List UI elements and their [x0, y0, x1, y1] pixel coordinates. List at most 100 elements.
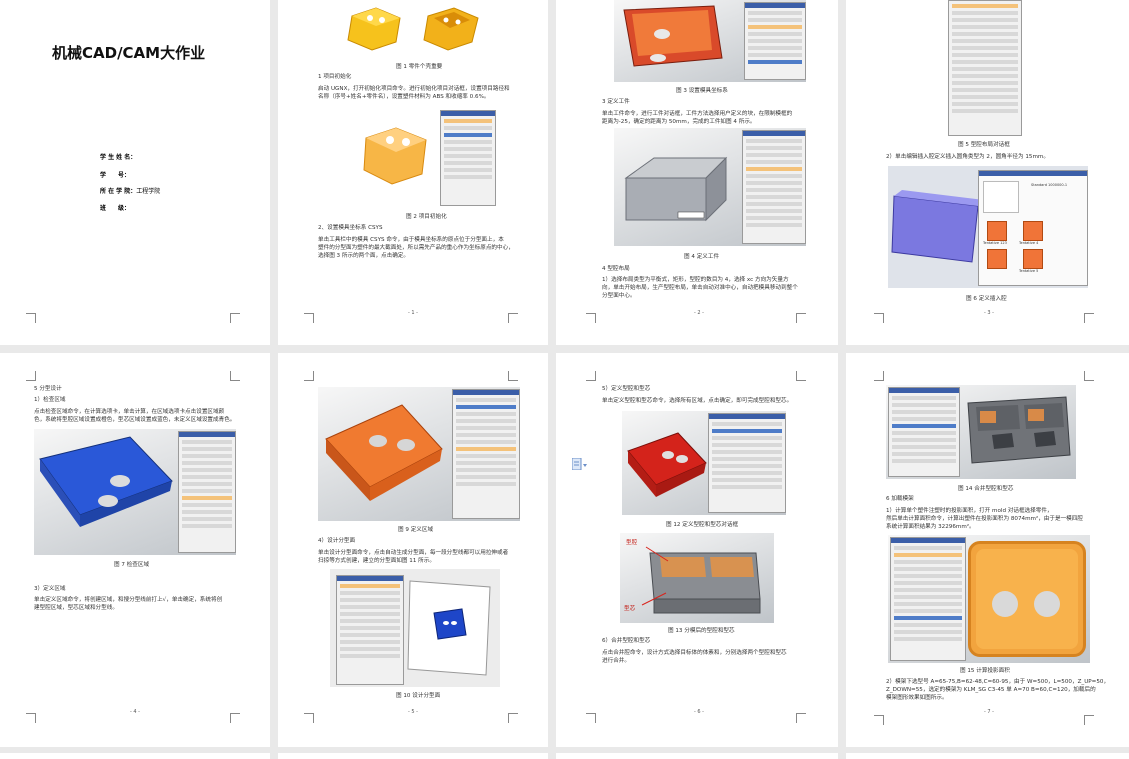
document-page-5[interactable]: 5 分型设计 1）检查区域 点击检查区域命令，在计算选项卡，单击计算，在区域选项… [0, 353, 270, 747]
crop-mark [26, 713, 36, 723]
crop-mark [796, 713, 806, 723]
page-number: - 3 - [984, 310, 994, 316]
paragraph: 向，单击开始布局，生产型腔布局，单击自动对准中心，自动把模具移动到整个 [602, 285, 798, 291]
crop-mark [874, 313, 884, 323]
document-page-2[interactable]: 图 1 零件个壳重要 1 项目初始化 启动 UGNX，打开初始化项目命令。进行初… [278, 0, 548, 345]
page-number: - 2 - [694, 310, 704, 316]
document-page-1[interactable]: 机械CAD/CAM大作业 学 生 姓 名： 学 号： 所 在 学 院：工程学院 … [0, 0, 270, 345]
paragraph: 1）计算单个塑件注塑时的投影面积，打开 mold 对话框选择零件， [886, 508, 1053, 514]
document-side-icon[interactable] [571, 455, 587, 471]
paragraph: 单击设计分型面命令，点击自动生成分型面，每一段分型线都可以用拉伸或者 [318, 550, 509, 556]
crop-mark [26, 313, 36, 323]
section-heading: 2、设置模具坐标系 CSYS [318, 225, 383, 231]
label-core: 型芯 [624, 606, 636, 612]
page-number: - 1 - [408, 310, 418, 316]
section-heading: 4）设计分型面 [318, 538, 356, 544]
dialog-window [708, 413, 786, 513]
paragraph: 启动 UGNX，打开初始化项目命令。进行初始化项目对话框，设置项目路径和 [318, 86, 510, 92]
figure-caption: 图 9 定义区域 [398, 527, 434, 533]
crop-mark [1084, 371, 1094, 381]
crop-mark [304, 713, 314, 723]
paragraph: Z_DOWN=55，选定的模架为 KLM_SG C3-45 单 A=70 B=6… [886, 687, 1096, 693]
field-class: 班 级： [100, 205, 131, 212]
insert-pocket-figure: Standard 1000000-1 Tentative 123 Tentati… [888, 166, 1088, 288]
document-page-12[interactable] [846, 753, 1129, 759]
page-number: - 7 - [984, 709, 994, 715]
crop-mark [1084, 715, 1094, 725]
figure-caption: 图 1 零件个壳重要 [396, 64, 443, 70]
project-init-figure [356, 108, 496, 206]
dialog-window [336, 575, 404, 685]
paragraph: 点击检查区域命令，在计算选项卡，单击计算，在区域选项卡点击设置区域颜 [34, 409, 225, 415]
figure-caption: 图 2 项目初始化 [406, 214, 447, 220]
section-heading: 4 型腔布局 [602, 266, 630, 272]
crop-mark [796, 371, 806, 381]
crop-mark [1084, 313, 1094, 323]
paragraph: 建型腔区域，型芯区域和分型线。 [34, 605, 118, 611]
figure-caption: 图 15 计算投影面积 [960, 668, 1010, 674]
projected-area-figure [888, 535, 1090, 663]
crop-mark [230, 371, 240, 381]
paragraph: 进行合并。 [602, 658, 630, 664]
figure-caption: 图 3 设置模具坐标系 [676, 88, 728, 94]
core-cavity-dialog-figure [622, 411, 786, 515]
section-heading: 3）定义区域 [34, 586, 66, 592]
paragraph: 点击合并腔命令，设计方式选择目标体的体素和，分别选择两个型腔和型芯 [602, 650, 787, 656]
section-heading: 1）检查区域 [34, 397, 66, 403]
crop-mark [304, 371, 314, 381]
field-id: 学 号： [100, 172, 131, 179]
crop-mark [586, 371, 596, 381]
paragraph: 选择图 3 所示的两个面，点击确定。 [318, 253, 410, 259]
page-title: 机械CAD/CAM大作业 [52, 44, 206, 62]
document-page-4[interactable]: 图 5 型腔布局对话框 2）单击编辑插入腔定义插入圆角类型为 2，圆角半径为 1… [846, 0, 1129, 345]
paragraph: 单击定义区域命令，将创建区域，和搜分型线前打上√，单击确定，系统将创 [34, 597, 223, 603]
crop-mark [26, 371, 36, 381]
paragraph: 2）模架下选型号 A=65-75,B=62-48,C=60-95，由于 W=50… [886, 679, 1110, 685]
section-heading: 3 定义工件 [602, 99, 630, 105]
section-heading: 6）合并型腔和型芯 [602, 638, 651, 644]
split-mold-figure: 型腔 型芯 [620, 533, 774, 623]
paragraph: 单击定义型腔和型芯命令，选择所有区域，点击确定，即可完成型腔和型芯。 [602, 398, 793, 404]
dialog-window: Standard 1000000-1 Tentative 123 Tentati… [978, 170, 1088, 286]
paragraph: 单击工具栏中的模具 CSYS 命令，由于模具坐标系的原点位于分型面上，本 [318, 237, 504, 243]
crop-mark [586, 313, 596, 323]
document-page-8[interactable]: 图 14 合并型腔和型芯 6 加载模架 1）计算单个塑件注塑时的投影面积，打开 … [846, 353, 1129, 747]
parting-surface-figure [330, 569, 500, 687]
paragraph: 系统计算面积结果为 32296mm²。 [886, 524, 975, 530]
dialog-window [888, 387, 960, 477]
crop-mark [304, 313, 314, 323]
dialog-window [742, 130, 806, 244]
figure-caption: 图 14 合并型腔和型芯 [958, 486, 1014, 492]
document-page-9[interactable] [0, 753, 270, 759]
dialog-window [890, 537, 966, 661]
crop-mark [874, 715, 884, 725]
layout-dialog-figure [948, 0, 1022, 136]
section-heading: 1 项目初始化 [318, 74, 352, 80]
dialog-window [744, 2, 806, 80]
field-school: 所 在 学 院：工程学院 [100, 188, 161, 195]
crop-mark [508, 371, 518, 381]
document-page-11[interactable] [556, 753, 838, 759]
dialog-window [452, 389, 520, 519]
paragraph: 然后单击计算面积命令，计算出塑件在投影面积为 8074mm²，由于是一模四腔 [886, 516, 1083, 522]
figure-caption: 图 5 型腔布局对话框 [958, 142, 1010, 148]
document-page-7[interactable]: 5）定义型腔和型芯 单击定义型腔和型芯命令，选择所有区域，点击确定，即可完成型腔… [556, 353, 838, 747]
page-number: - 4 - [130, 709, 140, 715]
paragraph: 名称（序号+姓名+零件名），设置塑件材料为 ABS 和收缩率 0.6%。 [318, 94, 490, 100]
document-page-6[interactable]: 图 9 定义区域 4）设计分型面 单击设计分型面命令，点击自动生成分型面，每一段… [278, 353, 548, 747]
section-heading: 5）定义型腔和型芯 [602, 386, 651, 392]
figure-caption: 图 7 检查区域 [114, 562, 150, 568]
crop-mark [586, 713, 596, 723]
paragraph: 扫掠等方式创建，建立的分型面如图 11 所示。 [318, 558, 435, 564]
dialog-window [178, 431, 236, 553]
document-page-10[interactable] [278, 753, 548, 759]
figure-caption: 图 10 设计分型面 [396, 693, 441, 699]
page-number: - 6 - [694, 709, 704, 715]
figure-caption: 图 6 定义插入腔 [966, 296, 1007, 302]
merge-cavity-figure [886, 385, 1076, 479]
document-page-3[interactable]: 图 3 设置模具坐标系 3 定义工件 单击工件命令，进行工件对话框，工件方法选择… [556, 0, 838, 345]
dialog-window [440, 110, 496, 206]
crop-mark [230, 713, 240, 723]
paragraph: 2）单击编辑插入腔定义插入圆角类型为 2，圆角半径为 15mm。 [886, 154, 1049, 160]
paragraph: 1）选择布局类型为平衡式，矩形，型腔的数目为 4，选择 xc 方向为矢量方 [602, 277, 789, 283]
